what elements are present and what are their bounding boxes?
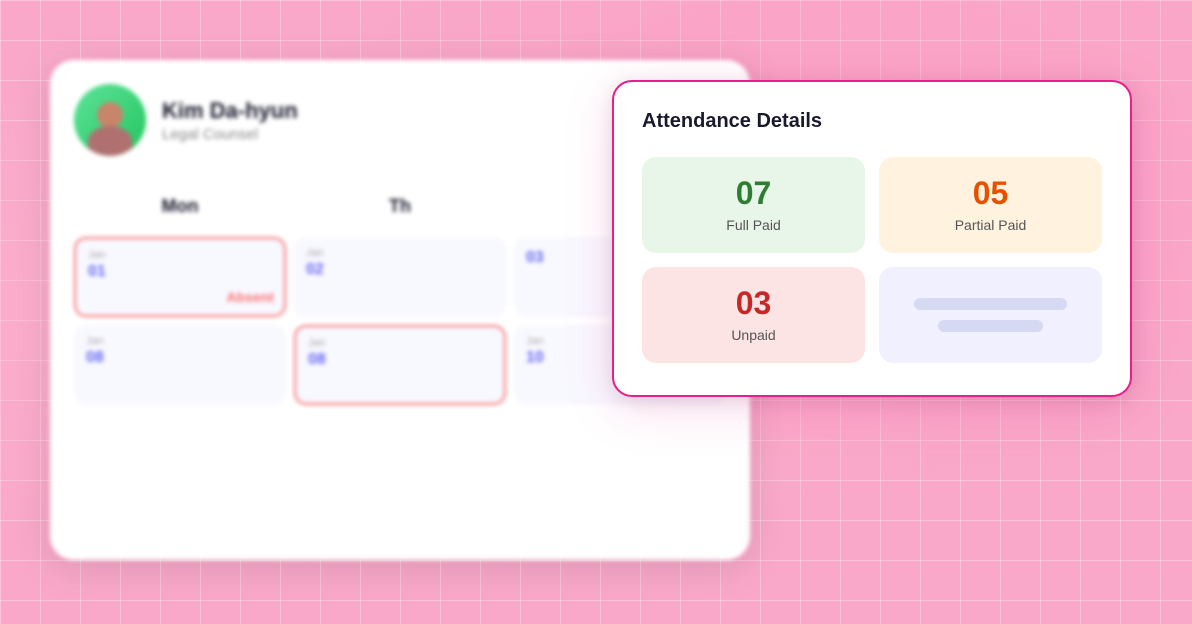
placeholder-bar-1 <box>914 298 1067 310</box>
stat-label-partial-paid: Partial Paid <box>895 217 1086 233</box>
cal-date: 02 <box>306 261 494 279</box>
stat-number-full-paid: 07 <box>658 177 849 209</box>
stat-number-unpaid: 03 <box>658 287 849 319</box>
cal-cell-jan08a: Jan 08 <box>74 325 286 405</box>
day-label-th: Th <box>294 188 506 225</box>
profile-info: Kim Da-hyun Legal Counsel <box>162 98 298 143</box>
stats-grid: 07 Full Paid 05 Partial Paid 03 Unpaid <box>642 157 1102 363</box>
stat-card-full-paid: 07 Full Paid <box>642 157 865 253</box>
cal-date: 08 <box>308 351 492 369</box>
stat-label-unpaid: Unpaid <box>658 327 849 343</box>
stat-label-full-paid: Full Paid <box>658 217 849 233</box>
profile-name: Kim Da-hyun <box>162 98 298 124</box>
cal-date: 01 <box>88 263 272 281</box>
cal-month: Jan <box>308 337 492 349</box>
cal-cell-jan02: Jan 02 <box>294 237 506 317</box>
cal-cell-jan01: Jan 01 Absent <box>74 237 286 317</box>
attendance-details-card: Attendance Details 07 Full Paid 05 Parti… <box>612 80 1132 397</box>
attendance-title: Attendance Details <box>642 110 1102 133</box>
day-label-mon: Mon <box>74 188 286 225</box>
cal-date: 08 <box>86 349 274 367</box>
stat-card-placeholder <box>879 267 1102 363</box>
stat-card-unpaid: 03 Unpaid <box>642 267 865 363</box>
cal-month: Jan <box>88 249 272 261</box>
stat-number-partial-paid: 05 <box>895 177 1086 209</box>
stat-card-partial-paid: 05 Partial Paid <box>879 157 1102 253</box>
placeholder-bar-2 <box>938 320 1043 332</box>
cal-month: Jan <box>86 335 274 347</box>
cal-status-absent: Absent <box>227 289 274 305</box>
cal-month: Jan <box>306 247 494 259</box>
cal-cell-jan08b: Jan 08 <box>294 325 506 405</box>
avatar <box>74 84 146 156</box>
profile-role: Legal Counsel <box>162 126 298 143</box>
